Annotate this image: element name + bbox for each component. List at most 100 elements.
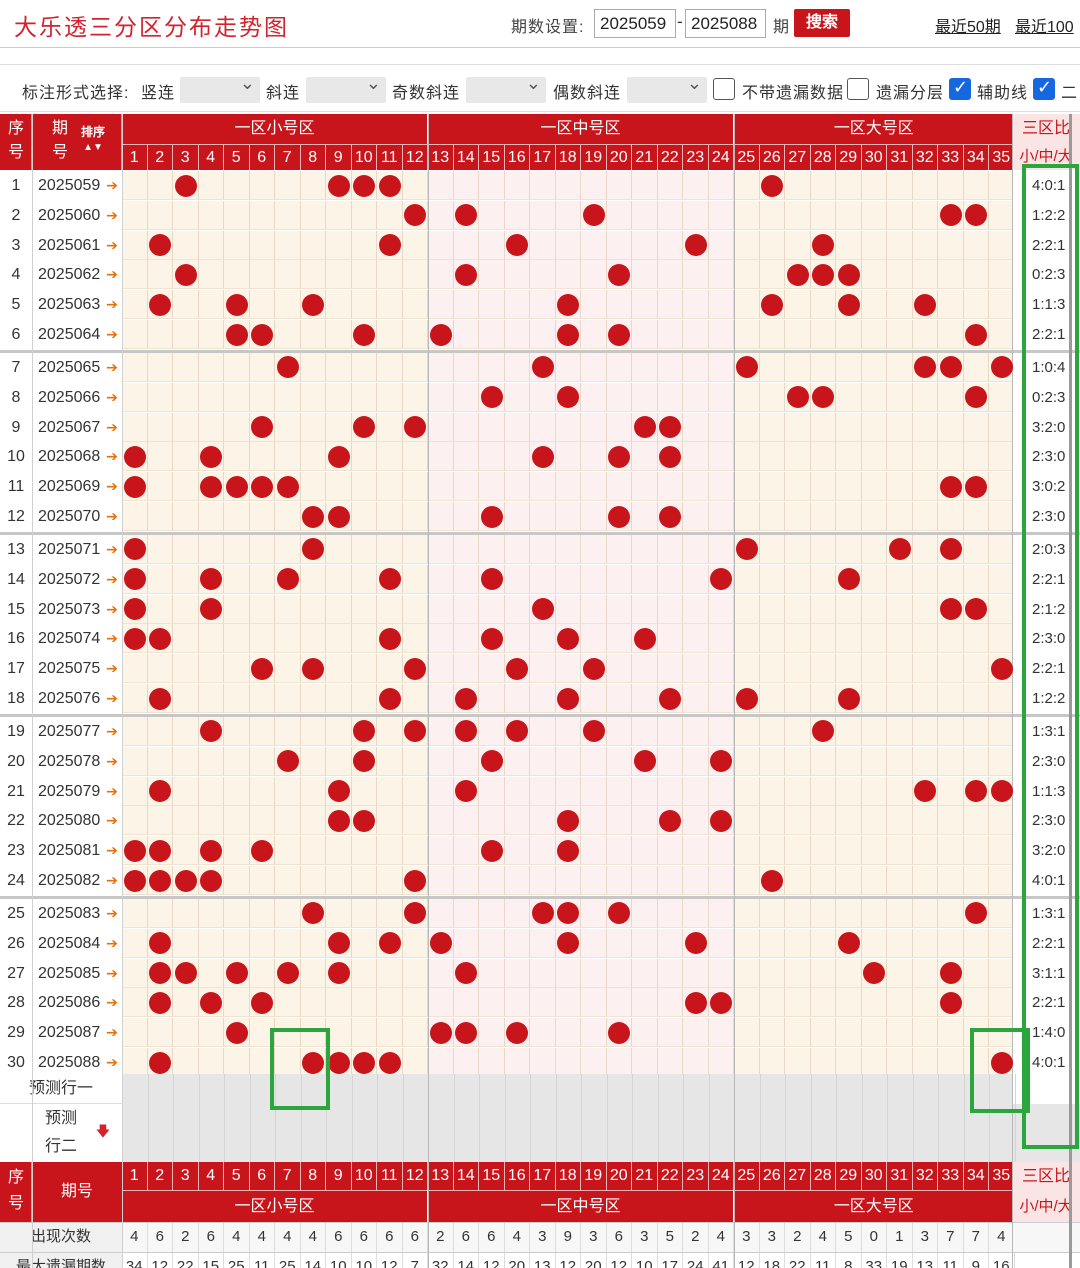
- number-header-35: 35: [989, 144, 1015, 170]
- max-omit-cell: 12: [734, 1252, 760, 1268]
- max-omit-cell: 7: [402, 1252, 428, 1268]
- period-unit: 期: [773, 19, 790, 36]
- row-arrow-icon: ➔: [106, 236, 118, 253]
- omission-cell: [326, 320, 352, 350]
- predict-row-2[interactable]: [122, 1104, 1015, 1162]
- omission-cell: [785, 472, 811, 502]
- drawn-number-cell: [785, 260, 811, 290]
- count-cell: 7: [963, 1222, 989, 1252]
- omission-cell: [810, 746, 836, 776]
- omission-cell: [173, 806, 199, 836]
- drawn-number-ball: [608, 902, 631, 925]
- drawn-number-cell: [351, 806, 377, 836]
- max-omit-cell: 24: [683, 1252, 709, 1268]
- guide-line-checkbox[interactable]: [949, 77, 971, 100]
- omission-cell: [912, 594, 938, 624]
- omission-cell: [351, 624, 377, 654]
- grid-line: [912, 1074, 914, 1162]
- grid-line: [963, 1074, 965, 1162]
- omission-cell: [224, 746, 250, 776]
- omission-cell: [555, 534, 581, 564]
- omission-cell: [173, 716, 199, 746]
- omission-cell: [224, 928, 250, 958]
- drawn-number-cell: [147, 230, 173, 260]
- omission-cell: [887, 624, 913, 654]
- omission-cell: [147, 320, 173, 350]
- search-button[interactable]: 搜索: [794, 9, 850, 37]
- omission-cell: [657, 898, 683, 928]
- omission-cell: [657, 624, 683, 654]
- omission-cell: [606, 806, 632, 836]
- omission-cell: [275, 716, 301, 746]
- omission-cell: [734, 290, 760, 320]
- omission-cell: [938, 866, 964, 896]
- drawn-number-ball: [761, 293, 784, 316]
- drawn-number-ball: [939, 475, 962, 498]
- omission-cell: [836, 716, 862, 746]
- max-omit-cell: 13: [912, 1252, 938, 1268]
- omission-cell: [224, 230, 250, 260]
- predict-row-1-label[interactable]: 预测行一: [0, 1074, 122, 1104]
- partial-option-checkbox[interactable]: [1033, 77, 1055, 100]
- drawn-number-ball: [710, 750, 733, 773]
- omission-cell: [530, 654, 556, 684]
- drawn-number-cell: [530, 442, 556, 472]
- table-row-seq: 26: [0, 928, 32, 958]
- drawn-number-ball: [378, 627, 401, 650]
- row-arrow-icon: ➔: [106, 358, 118, 375]
- omission-cell: [810, 412, 836, 442]
- recent-100-link[interactable]: 最近100: [1015, 13, 1074, 37]
- omission-cell: [147, 472, 173, 502]
- omission-cell: [963, 716, 989, 746]
- omission-cell: [504, 171, 530, 200]
- grid-line: [453, 1074, 455, 1162]
- drawn-number-ball: [557, 687, 580, 710]
- omission-cell: [989, 412, 1015, 442]
- omission-layer-checkbox[interactable]: [847, 78, 869, 100]
- number-header-5: 5: [224, 144, 250, 170]
- omission-cell: [759, 958, 785, 988]
- drawn-number-cell: [198, 564, 224, 594]
- omission-cell: [249, 442, 275, 472]
- omission-cell: [836, 502, 862, 532]
- even-diagonal-select[interactable]: [627, 73, 707, 103]
- drawn-number-ball: [837, 932, 860, 955]
- diagonal-select[interactable]: [306, 73, 386, 103]
- count-cell: 3: [734, 1222, 760, 1252]
- drawn-number-cell: [759, 171, 785, 200]
- omission-cell: [581, 171, 607, 200]
- omission-cell: [632, 442, 658, 472]
- drawn-number-cell: [453, 260, 479, 290]
- sort-label[interactable]: 排序: [76, 124, 110, 140]
- omission-cell: [147, 382, 173, 412]
- drawn-number-ball: [123, 538, 146, 561]
- omission-cell: [428, 200, 454, 230]
- drawn-number-ball: [965, 902, 988, 925]
- drawn-number-cell: [122, 836, 148, 866]
- omission-cell: [555, 352, 581, 382]
- vertical-select[interactable]: [180, 73, 260, 103]
- omission-cell: [147, 1018, 173, 1048]
- omission-cell: [632, 564, 658, 594]
- no-omission-checkbox[interactable]: [713, 78, 735, 100]
- omission-cell: [912, 716, 938, 746]
- omission-cell: [147, 352, 173, 382]
- drawn-number-cell: [300, 898, 326, 928]
- period-to-input[interactable]: 2025088: [685, 9, 766, 38]
- omission-cell: [224, 382, 250, 412]
- omission-cell: [198, 230, 224, 260]
- odd-diagonal-label: 奇数斜连: [392, 85, 461, 102]
- omission-cell: [657, 260, 683, 290]
- drawn-number-ball: [480, 505, 503, 528]
- predict-row-1[interactable]: [122, 1074, 1015, 1104]
- omission-cell: [504, 320, 530, 350]
- period-from-input[interactable]: 2025059: [594, 9, 676, 38]
- sort-arrows-icon[interactable]: ▲▼: [80, 140, 106, 156]
- omission-cell: [912, 472, 938, 502]
- recent-50-link[interactable]: 最近50期: [935, 13, 1001, 37]
- count-cell: 4: [275, 1222, 301, 1252]
- odd-diagonal-select[interactable]: [466, 73, 546, 103]
- omission-cell: [759, 502, 785, 532]
- drawn-number-cell: [963, 776, 989, 806]
- max-omit-cell: 14: [300, 1252, 326, 1268]
